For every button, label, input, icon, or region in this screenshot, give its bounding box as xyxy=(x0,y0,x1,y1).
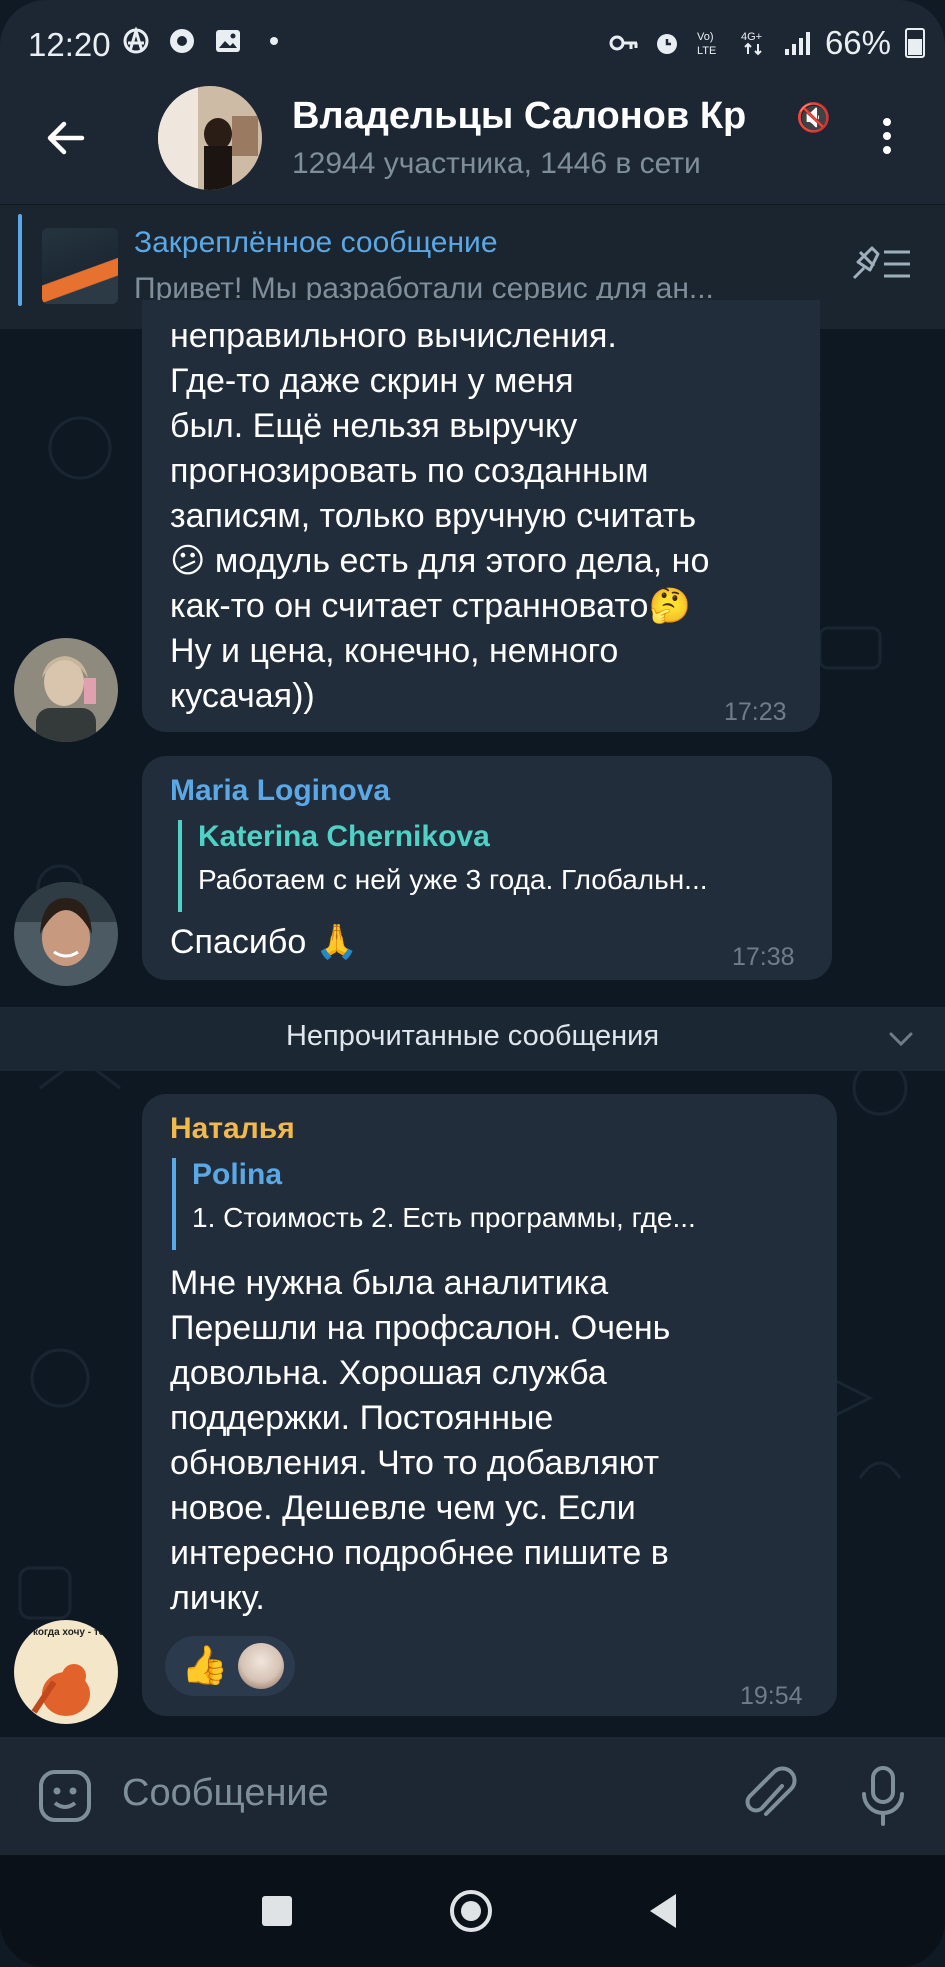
message-time: 19:54 xyxy=(740,1682,803,1710)
thumbs-up-emoji: 👍 xyxy=(181,1645,229,1687)
svg-text:LTE: LTE xyxy=(697,45,716,57)
microphone-icon[interactable] xyxy=(858,1764,908,1828)
recents-button[interactable] xyxy=(262,1896,292,1926)
anarchy-icon xyxy=(123,27,149,54)
signal-icon xyxy=(784,32,810,55)
message-line: интересно подробнее пишите в xyxy=(170,1534,669,1572)
message-line: неправильного вычисления. xyxy=(170,317,617,355)
chrome-icon xyxy=(170,29,194,53)
message-text: Спасибо 🙏 xyxy=(170,923,359,961)
more-menu-button[interactable] xyxy=(872,112,902,172)
alarm-icon xyxy=(656,34,677,54)
key-icon xyxy=(609,35,638,51)
user-avatar[interactable] xyxy=(14,882,118,986)
chat-title[interactable]: Владельцы Салонов Кр xyxy=(292,95,817,141)
confused-emoji: 😕 xyxy=(170,542,206,580)
pinned-thumbnail xyxy=(42,228,118,304)
message-time: 17:38 xyxy=(732,943,795,971)
reaction-thumbs-up[interactable]: 👍 xyxy=(165,1636,295,1696)
unread-label: Непрочитанные сообщения xyxy=(285,1020,660,1052)
message-line: личку. xyxy=(170,1579,265,1617)
thinking-emoji: 🤔 xyxy=(648,587,691,625)
message-line: обновления. Что то добавляют xyxy=(170,1444,660,1482)
message-line: Мне нужна была аналитика xyxy=(170,1264,609,1302)
4g-icon: 4G+ xyxy=(741,31,762,56)
status-bar: 12:20 Vo) LTE 4G+ 66% xyxy=(0,0,945,88)
telegram-chat-screen: 12:20 Vo) LTE 4G+ 66% Владельцы Салонов К… xyxy=(0,0,945,1967)
message-line: новое. Дешевле чем ус. Если xyxy=(170,1489,636,1527)
message-line: 😕 модуль есть для этого дела, но xyxy=(170,542,710,580)
battery-icon xyxy=(905,28,925,58)
message-text: неправильного вычисления. Где-то даже ск… xyxy=(170,314,810,719)
user-avatar[interactable] xyxy=(14,638,118,742)
svg-text:4G+: 4G+ xyxy=(741,31,762,43)
message-line: Перешли на профсалон. Очень xyxy=(170,1309,671,1347)
message-line: был. Ещё нельзя выручку xyxy=(170,407,578,445)
status-left-icons xyxy=(122,27,288,55)
reply-text: 1. Стоимость 2. Есть программы, где... xyxy=(192,1202,696,1233)
sender-name[interactable]: Наталья xyxy=(170,1112,295,1146)
paperclip-icon[interactable] xyxy=(742,1766,800,1826)
battery-percent: 66% xyxy=(824,24,891,61)
reply-preview[interactable]: Katerina Chernikova Работаем с ней уже 3… xyxy=(178,820,828,912)
message-line: Ну и цена, конечно, немного xyxy=(170,632,619,670)
message-time: 17:23 xyxy=(724,698,787,726)
volte-icon: Vo) LTE xyxy=(697,31,716,57)
reactor-avatar xyxy=(238,1643,285,1689)
pinned-title: Закреплённое сообщение xyxy=(134,226,498,259)
reply-author: Katerina Chernikova xyxy=(198,820,490,853)
status-right-icons: Vo) LTE 4G+ 66% xyxy=(609,24,925,62)
sticker-emoji-icon[interactable] xyxy=(36,1767,94,1825)
message-input[interactable]: Сообщение xyxy=(122,1772,329,1815)
chat-avatar[interactable] xyxy=(158,86,262,190)
message-line: кусачая)) xyxy=(170,677,315,715)
reply-preview[interactable]: Polina 1. Стоимость 2. Есть программы, г… xyxy=(172,1158,832,1250)
reply-author: Polina xyxy=(192,1158,283,1191)
message-line: довольна. Хорошая служба xyxy=(170,1354,607,1392)
sender-name[interactable]: Maria Loginova xyxy=(170,774,390,808)
back-arrow-icon[interactable] xyxy=(38,110,94,166)
message-line: поддержки. Постоянные xyxy=(170,1399,554,1437)
pray-emoji: 🙏 xyxy=(315,923,359,961)
message-line: Где-то даже скрин у меня xyxy=(170,362,574,400)
chat-subtitle: 12944 участника, 1446 в сети xyxy=(292,147,701,180)
message-line: прогнозировать по созданным xyxy=(170,452,649,490)
reply-text: Работаем с ней уже 3 года. Глобальн... xyxy=(198,864,708,895)
gallery-icon xyxy=(216,30,240,52)
muted-icon: 🔇 xyxy=(796,102,831,133)
dot-icon xyxy=(270,37,278,45)
chevron-down-icon[interactable] xyxy=(886,1024,916,1054)
pinned-indicator xyxy=(18,214,22,306)
back-button[interactable] xyxy=(650,1894,676,1928)
svg-text:Vo): Vo) xyxy=(697,31,714,43)
user-avatar[interactable]: Моя жизнь: когда хочу - тогда и дура. xyxy=(14,1620,118,1724)
pin-list-icon[interactable] xyxy=(850,244,914,284)
status-time: 12:20 xyxy=(28,26,111,63)
message-line: записям, только вручную считать xyxy=(170,497,697,535)
home-button[interactable] xyxy=(450,1890,492,1932)
message-text: Мне нужна была аналитика Перешли на проф… xyxy=(170,1261,820,1621)
message-line: как-то он считает странновато🤔 xyxy=(170,587,691,625)
